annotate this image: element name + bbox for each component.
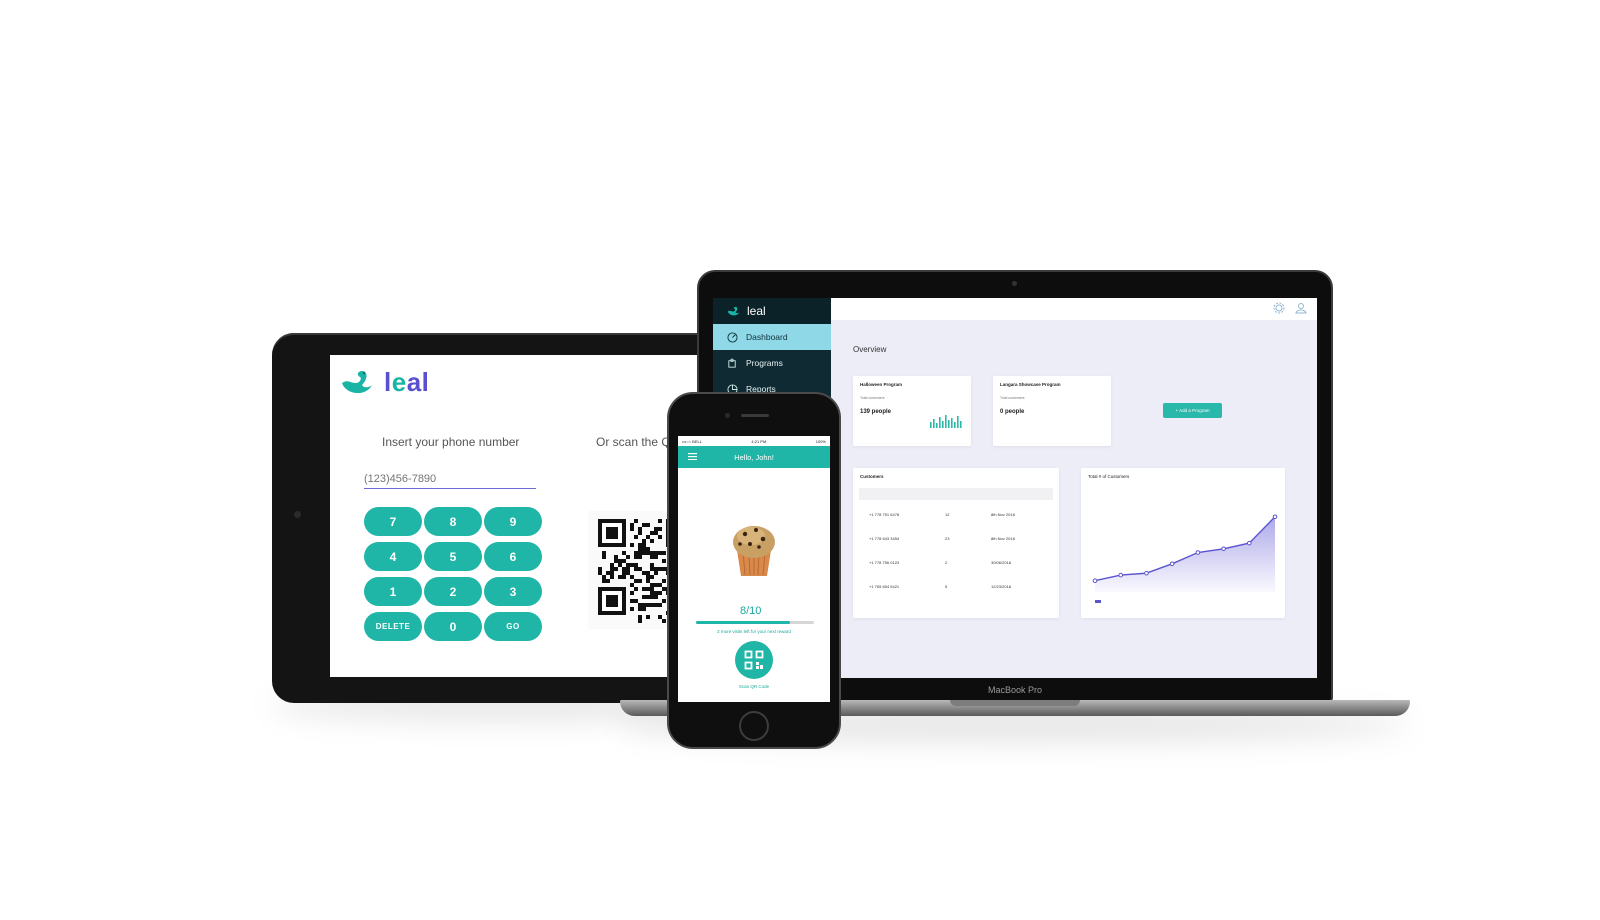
program-title: Langara Showcase Program	[1000, 382, 1061, 387]
table-header	[859, 488, 1053, 500]
scan-qr-label: Scan QR Code	[738, 684, 770, 689]
puzzle-icon	[728, 358, 736, 368]
tablet-device: leal Insert your phone number Or scan th…	[272, 333, 722, 703]
user-icon[interactable]	[1295, 302, 1307, 314]
key-1[interactable]: 1	[364, 577, 422, 606]
key-9[interactable]: 9	[484, 507, 542, 536]
battery-label: 100%	[815, 438, 826, 444]
hamburger-menu-icon[interactable]	[688, 453, 697, 460]
app-header: Hello, John!	[678, 446, 830, 468]
add-program-button[interactable]: + Add a Program	[1163, 403, 1222, 418]
sidebar-item-label: Programs	[746, 358, 783, 368]
chart-point[interactable]	[1195, 550, 1201, 555]
phone-number-input[interactable]	[364, 469, 536, 489]
customer-date: 8th Nov 2018	[991, 512, 1015, 517]
chart-title: Total # of Customers	[1088, 474, 1130, 479]
customers-chart-card: Total # of Customers	[1081, 468, 1285, 618]
customers-card: Customers +1 778 751 6478 12 8th Nov 2018 …	[853, 468, 1059, 618]
sidebar-item-programs[interactable]: Programs	[713, 350, 831, 376]
reward-progress-bar	[696, 621, 814, 624]
phone-prompt: Insert your phone number	[382, 435, 520, 449]
chart-area-fill	[1095, 516, 1275, 592]
program-card-langara[interactable]: Langara Showcase Program Total customers…	[993, 376, 1111, 446]
table-row[interactable]: +1 765 654 5421 5 12/23/2018	[869, 584, 1049, 589]
key-6[interactable]: 6	[484, 542, 542, 571]
customer-date: 30/06/2018	[991, 560, 1012, 565]
status-bar: •••○○ BELL 4:21 PM 100%	[678, 436, 830, 446]
program-title: Halloween Program	[860, 382, 903, 387]
chart-point[interactable]	[1118, 572, 1124, 578]
customer-visits: 23	[945, 536, 950, 541]
reward-progress-fill	[696, 621, 791, 624]
chart-legend-swatch	[1095, 600, 1101, 603]
chart-point[interactable]	[1169, 561, 1175, 567]
muffin-icon	[733, 526, 775, 576]
table-row[interactable]: +1 778 751 6478 12 8th Nov 2018	[869, 512, 1049, 517]
phone-device: •••○○ BELL 4:21 PM 100% Hello, John! 8/1…	[667, 392, 841, 749]
laptop-notch	[950, 700, 1080, 706]
numeric-keypad: 7 8 9 4 5 6 1 2 3 DELETE 0 GO	[364, 507, 542, 641]
customer-phone: +1 765 654 5421	[869, 584, 900, 589]
customer-visits: 12	[945, 512, 950, 517]
device-showcase: leal Insert your phone number Or scan th…	[0, 0, 1600, 920]
page-title: Overview	[853, 345, 887, 354]
reward-progress-text: 8/10	[740, 605, 762, 617]
phone-speaker	[741, 414, 769, 417]
key-0[interactable]: 0	[424, 612, 482, 641]
tablet-screen: leal Insert your phone number Or scan th…	[330, 355, 722, 677]
key-3[interactable]: 3	[484, 577, 542, 606]
tablet-camera	[294, 511, 301, 518]
qr-code-icon	[744, 650, 764, 670]
program-card-halloween[interactable]: Halloween Program Total customers 139 pe…	[853, 376, 971, 446]
dashboard-icon	[727, 331, 738, 343]
program-subtitle: Total customers	[860, 396, 885, 400]
mini-bar-chart-icon	[930, 415, 962, 428]
carrier-label: •••○○ BELL	[682, 438, 702, 444]
customer-visits: 2	[945, 560, 948, 565]
chart-point[interactable]	[1221, 546, 1226, 552]
brand-name: leal	[384, 367, 430, 397]
swan-icon	[727, 306, 740, 315]
customer-phone: +1 778 751 6478	[869, 512, 900, 517]
app-name: leal	[747, 304, 766, 318]
table-row[interactable]: +1 778 643 3454 23 8th Nov 2018	[869, 536, 1049, 541]
program-count: 0 people	[1000, 409, 1025, 415]
customers-area-chart	[1092, 514, 1278, 603]
phone-camera	[725, 413, 730, 418]
customer-date: 8th Nov 2018	[991, 536, 1015, 541]
laptop-camera	[1012, 281, 1017, 286]
greeting-text: Hello, John!	[734, 452, 774, 462]
gear-icon[interactable]	[1273, 302, 1285, 314]
sidebar-item-dashboard[interactable]: Dashboard	[713, 324, 831, 350]
delete-button[interactable]: DELETE	[364, 612, 422, 641]
swan-icon	[342, 370, 372, 393]
sidebar-logo[interactable]: leal	[713, 298, 831, 324]
program-subtitle: Total customers	[1000, 396, 1025, 400]
topbar	[831, 298, 1317, 320]
key-5[interactable]: 5	[424, 542, 482, 571]
key-4[interactable]: 4	[364, 542, 422, 571]
customer-phone: +1 778 643 3454	[869, 536, 900, 541]
customer-phone: +1 778 756 0123	[869, 560, 900, 565]
go-button[interactable]: GO	[484, 612, 542, 641]
clock-label: 4:21 PM	[751, 438, 767, 444]
program-count: 139 people	[860, 409, 892, 415]
table-row[interactable]: +1 778 756 0123 2 30/06/2018	[869, 560, 1049, 565]
scan-qr-button[interactable]	[735, 641, 773, 679]
customer-visits: 5	[945, 584, 948, 589]
phone-screen: •••○○ BELL 4:21 PM 100% Hello, John! 8/1…	[678, 436, 830, 702]
reward-hint: 2 more visits left for your next reward	[717, 629, 791, 634]
customers-title: Customers	[860, 474, 884, 479]
chart-point[interactable]	[1246, 540, 1252, 546]
key-7[interactable]: 7	[364, 507, 422, 536]
chart-point[interactable]	[1092, 578, 1098, 584]
sidebar-item-label: Dashboard	[746, 332, 788, 342]
key-2[interactable]: 2	[424, 577, 482, 606]
key-8[interactable]: 8	[424, 507, 482, 536]
leal-logo: leal	[340, 367, 429, 398]
chart-point[interactable]	[1272, 514, 1278, 520]
customer-date: 12/23/2018	[991, 584, 1012, 589]
home-button[interactable]	[739, 711, 769, 741]
chart-point[interactable]	[1144, 570, 1149, 576]
